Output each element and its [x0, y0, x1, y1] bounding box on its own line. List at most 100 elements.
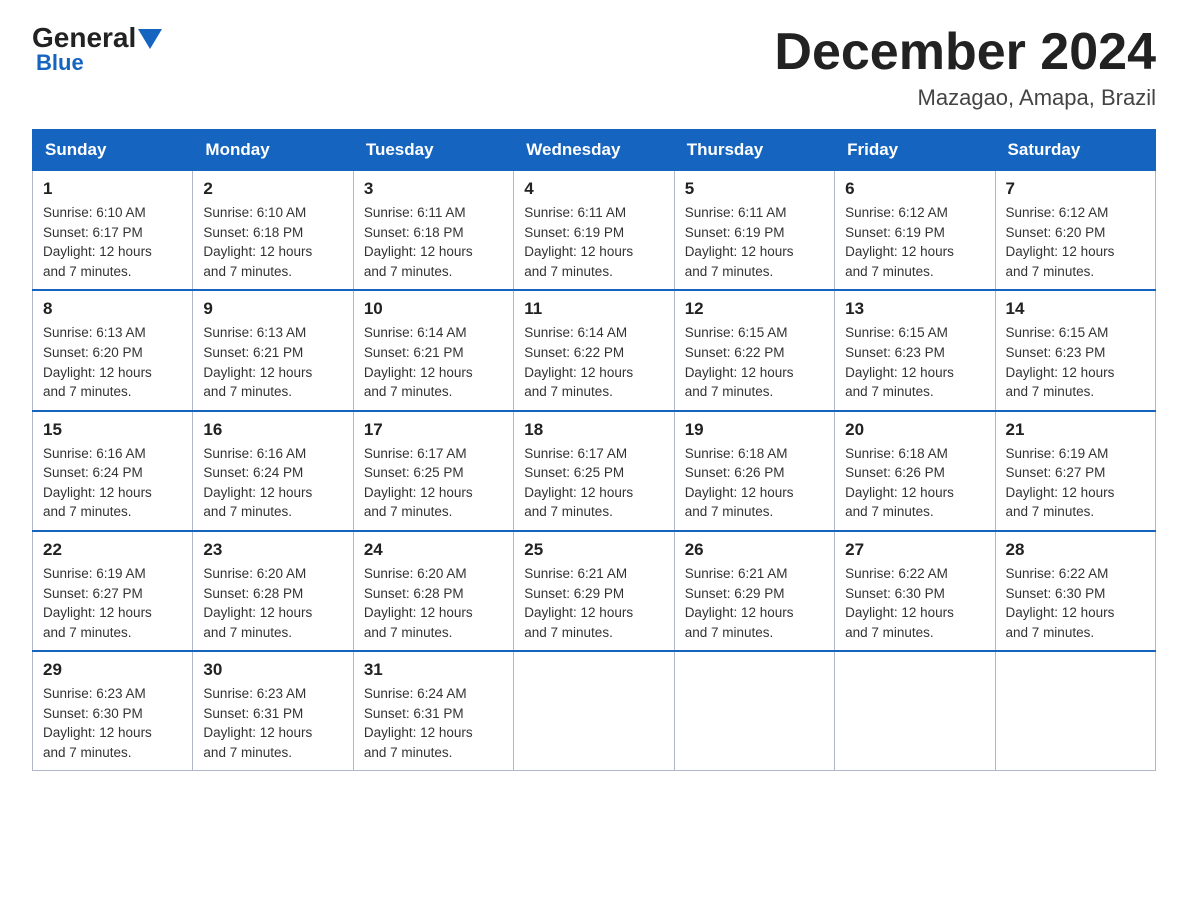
- calendar-week-row: 29 Sunrise: 6:23 AMSunset: 6:30 PMDayligh…: [33, 651, 1156, 771]
- page-title: December 2024: [774, 24, 1156, 81]
- day-info: Sunrise: 6:23 AMSunset: 6:30 PMDaylight:…: [43, 684, 182, 762]
- calendar-week-row: 15 Sunrise: 6:16 AMSunset: 6:24 PMDayligh…: [33, 411, 1156, 531]
- table-row: 1Sunrise: 6:10 AMSunset: 6:17 PMDaylight…: [33, 171, 193, 291]
- day-info: Sunrise: 6:11 AMSunset: 6:18 PMDaylight:…: [364, 203, 503, 281]
- table-row: 19 Sunrise: 6:18 AMSunset: 6:26 PMDayligh…: [674, 411, 834, 531]
- table-row: 8Sunrise: 6:13 AMSunset: 6:20 PMDaylight…: [33, 290, 193, 410]
- day-info: Sunrise: 6:15 AMSunset: 6:23 PMDaylight:…: [1006, 323, 1145, 401]
- day-info: Sunrise: 6:21 AMSunset: 6:29 PMDaylight:…: [524, 564, 663, 642]
- day-number: 1: [43, 179, 182, 199]
- logo: General Blue: [32, 24, 162, 76]
- day-number: 23: [203, 540, 342, 560]
- table-row: [674, 651, 834, 771]
- day-info: Sunrise: 6:19 AMSunset: 6:27 PMDaylight:…: [1006, 444, 1145, 522]
- day-info: Sunrise: 6:10 AMSunset: 6:18 PMDaylight:…: [203, 203, 342, 281]
- table-row: [514, 651, 674, 771]
- day-info: Sunrise: 6:18 AMSunset: 6:26 PMDaylight:…: [845, 444, 984, 522]
- day-info: Sunrise: 6:11 AMSunset: 6:19 PMDaylight:…: [685, 203, 824, 281]
- day-number: 27: [845, 540, 984, 560]
- table-row: 9 Sunrise: 6:13 AMSunset: 6:21 PMDaylight…: [193, 290, 353, 410]
- calendar-week-row: 8Sunrise: 6:13 AMSunset: 6:20 PMDaylight…: [33, 290, 1156, 410]
- table-row: 26Sunrise: 6:21 AMSunset: 6:29 PMDayligh…: [674, 531, 834, 651]
- calendar-table: SundayMondayTuesdayWednesdayThursdayFrid…: [32, 129, 1156, 771]
- table-row: 23 Sunrise: 6:20 AMSunset: 6:28 PMDayligh…: [193, 531, 353, 651]
- table-row: 5 Sunrise: 6:11 AMSunset: 6:19 PMDaylight…: [674, 171, 834, 291]
- table-row: 27 Sunrise: 6:22 AMSunset: 6:30 PMDayligh…: [835, 531, 995, 651]
- day-info: Sunrise: 6:20 AMSunset: 6:28 PMDaylight:…: [203, 564, 342, 642]
- col-header-saturday: Saturday: [995, 130, 1155, 171]
- day-number: 10: [364, 299, 503, 319]
- table-row: [835, 651, 995, 771]
- day-info: Sunrise: 6:22 AMSunset: 6:30 PMDaylight:…: [845, 564, 984, 642]
- table-row: 20 Sunrise: 6:18 AMSunset: 6:26 PMDayligh…: [835, 411, 995, 531]
- day-info: Sunrise: 6:13 AMSunset: 6:21 PMDaylight:…: [203, 323, 342, 401]
- calendar-header-row: SundayMondayTuesdayWednesdayThursdayFrid…: [33, 130, 1156, 171]
- calendar-week-row: 1Sunrise: 6:10 AMSunset: 6:17 PMDaylight…: [33, 171, 1156, 291]
- day-info: Sunrise: 6:24 AMSunset: 6:31 PMDaylight:…: [364, 684, 503, 762]
- day-info: Sunrise: 6:12 AMSunset: 6:19 PMDaylight:…: [845, 203, 984, 281]
- table-row: 4 Sunrise: 6:11 AMSunset: 6:19 PMDaylight…: [514, 171, 674, 291]
- day-number: 5: [685, 179, 824, 199]
- col-header-thursday: Thursday: [674, 130, 834, 171]
- col-header-tuesday: Tuesday: [353, 130, 513, 171]
- day-info: Sunrise: 6:15 AMSunset: 6:22 PMDaylight:…: [685, 323, 824, 401]
- day-info: Sunrise: 6:17 AMSunset: 6:25 PMDaylight:…: [364, 444, 503, 522]
- table-row: 17 Sunrise: 6:17 AMSunset: 6:25 PMDayligh…: [353, 411, 513, 531]
- day-number: 28: [1006, 540, 1145, 560]
- day-number: 22: [43, 540, 182, 560]
- day-number: 24: [364, 540, 503, 560]
- title-block: December 2024 Mazagao, Amapa, Brazil: [774, 24, 1156, 111]
- table-row: 25Sunrise: 6:21 AMSunset: 6:29 PMDayligh…: [514, 531, 674, 651]
- col-header-wednesday: Wednesday: [514, 130, 674, 171]
- col-header-sunday: Sunday: [33, 130, 193, 171]
- day-info: Sunrise: 6:16 AMSunset: 6:24 PMDaylight:…: [203, 444, 342, 522]
- day-number: 20: [845, 420, 984, 440]
- table-row: 31 Sunrise: 6:24 AMSunset: 6:31 PMDayligh…: [353, 651, 513, 771]
- table-row: 11 Sunrise: 6:14 AMSunset: 6:22 PMDayligh…: [514, 290, 674, 410]
- table-row: 16 Sunrise: 6:16 AMSunset: 6:24 PMDayligh…: [193, 411, 353, 531]
- day-number: 9: [203, 299, 342, 319]
- day-number: 4: [524, 179, 663, 199]
- calendar-week-row: 22 Sunrise: 6:19 AMSunset: 6:27 PMDayligh…: [33, 531, 1156, 651]
- day-number: 17: [364, 420, 503, 440]
- table-row: 21Sunrise: 6:19 AMSunset: 6:27 PMDayligh…: [995, 411, 1155, 531]
- day-info: Sunrise: 6:13 AMSunset: 6:20 PMDaylight:…: [43, 323, 182, 401]
- day-number: 2: [203, 179, 342, 199]
- day-number: 30: [203, 660, 342, 680]
- day-info: Sunrise: 6:18 AMSunset: 6:26 PMDaylight:…: [685, 444, 824, 522]
- day-number: 15: [43, 420, 182, 440]
- day-info: Sunrise: 6:14 AMSunset: 6:21 PMDaylight:…: [364, 323, 503, 401]
- table-row: 12 Sunrise: 6:15 AMSunset: 6:22 PMDayligh…: [674, 290, 834, 410]
- table-row: 30 Sunrise: 6:23 AMSunset: 6:31 PMDayligh…: [193, 651, 353, 771]
- day-number: 6: [845, 179, 984, 199]
- day-number: 31: [364, 660, 503, 680]
- day-number: 11: [524, 299, 663, 319]
- page-subtitle: Mazagao, Amapa, Brazil: [774, 85, 1156, 111]
- day-number: 16: [203, 420, 342, 440]
- table-row: 24 Sunrise: 6:20 AMSunset: 6:28 PMDayligh…: [353, 531, 513, 651]
- day-info: Sunrise: 6:14 AMSunset: 6:22 PMDaylight:…: [524, 323, 663, 401]
- day-info: Sunrise: 6:17 AMSunset: 6:25 PMDaylight:…: [524, 444, 663, 522]
- day-info: Sunrise: 6:20 AMSunset: 6:28 PMDaylight:…: [364, 564, 503, 642]
- day-number: 29: [43, 660, 182, 680]
- day-info: Sunrise: 6:11 AMSunset: 6:19 PMDaylight:…: [524, 203, 663, 281]
- day-info: Sunrise: 6:23 AMSunset: 6:31 PMDaylight:…: [203, 684, 342, 762]
- day-info: Sunrise: 6:19 AMSunset: 6:27 PMDaylight:…: [43, 564, 182, 642]
- day-info: Sunrise: 6:15 AMSunset: 6:23 PMDaylight:…: [845, 323, 984, 401]
- day-number: 13: [845, 299, 984, 319]
- day-number: 14: [1006, 299, 1145, 319]
- day-number: 7: [1006, 179, 1145, 199]
- table-row: 2 Sunrise: 6:10 AMSunset: 6:18 PMDaylight…: [193, 171, 353, 291]
- logo-general-text: General: [32, 24, 136, 52]
- col-header-monday: Monday: [193, 130, 353, 171]
- table-row: 3Sunrise: 6:11 AMSunset: 6:18 PMDaylight…: [353, 171, 513, 291]
- day-info: Sunrise: 6:21 AMSunset: 6:29 PMDaylight:…: [685, 564, 824, 642]
- table-row: 28Sunrise: 6:22 AMSunset: 6:30 PMDayligh…: [995, 531, 1155, 651]
- table-row: 15Sunrise: 6:16 AMSunset: 6:24 PMDayligh…: [33, 411, 193, 531]
- day-number: 19: [685, 420, 824, 440]
- table-row: 22 Sunrise: 6:19 AMSunset: 6:27 PMDayligh…: [33, 531, 193, 651]
- table-row: 6 Sunrise: 6:12 AMSunset: 6:19 PMDaylight…: [835, 171, 995, 291]
- day-number: 12: [685, 299, 824, 319]
- table-row: 29 Sunrise: 6:23 AMSunset: 6:30 PMDayligh…: [33, 651, 193, 771]
- table-row: 18Sunrise: 6:17 AMSunset: 6:25 PMDayligh…: [514, 411, 674, 531]
